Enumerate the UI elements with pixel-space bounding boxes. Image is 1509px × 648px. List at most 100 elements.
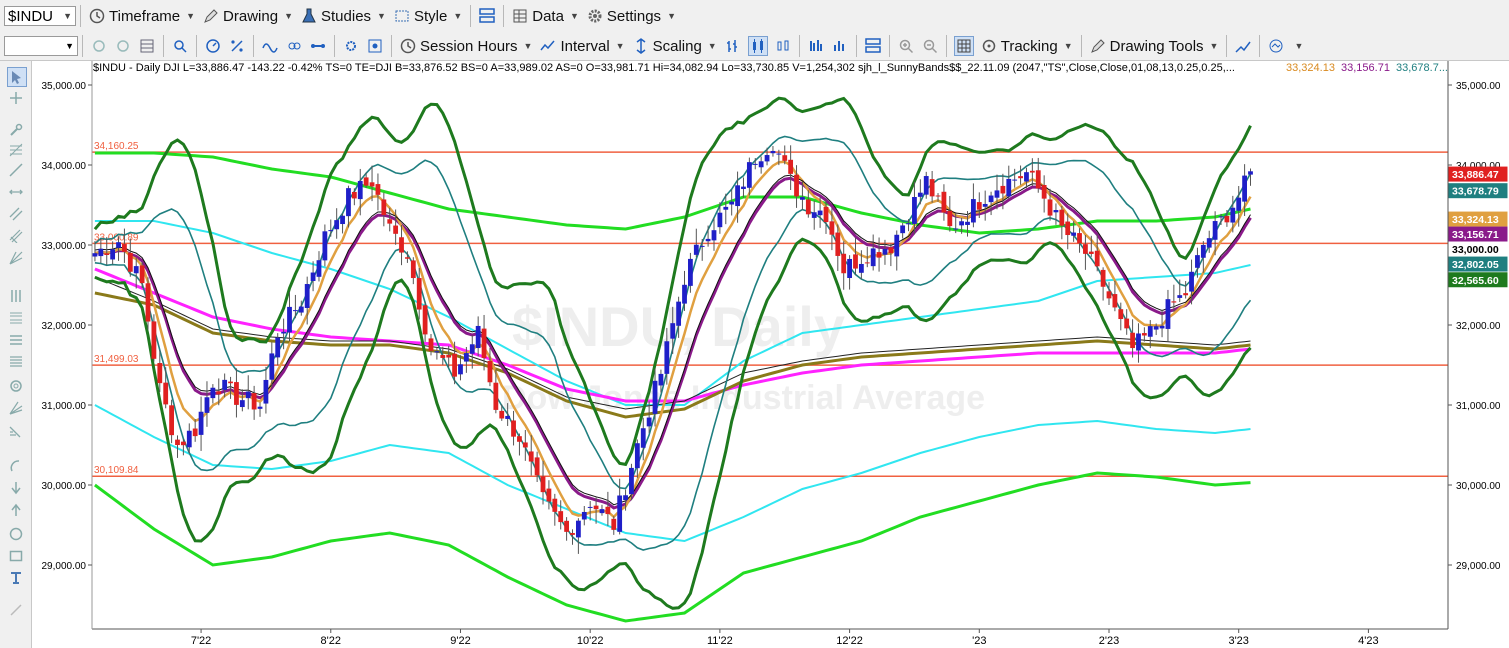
candle-body[interactable] bbox=[853, 254, 858, 269]
candle-body[interactable] bbox=[959, 221, 965, 226]
candle-body[interactable] bbox=[1083, 244, 1088, 254]
zoom-in-icon[interactable] bbox=[897, 37, 915, 55]
circle-tool-icon[interactable] bbox=[7, 377, 25, 395]
candle-body[interactable] bbox=[629, 467, 634, 495]
candle-body[interactable] bbox=[1141, 333, 1147, 336]
candle-body[interactable] bbox=[275, 337, 281, 358]
candle-body[interactable] bbox=[104, 253, 110, 255]
trend-chart-icon[interactable] bbox=[1234, 37, 1252, 55]
candle-body[interactable] bbox=[263, 379, 269, 404]
candle-body[interactable] bbox=[1230, 207, 1236, 223]
candle-body[interactable] bbox=[1029, 170, 1035, 173]
gann-icon[interactable] bbox=[7, 249, 25, 267]
candle-body[interactable] bbox=[929, 179, 935, 197]
candle-body[interactable] bbox=[658, 373, 664, 386]
timeframe-button[interactable]: Timeframe ▼ bbox=[85, 4, 199, 28]
candle-body[interactable] bbox=[363, 177, 369, 186]
candle-body[interactable] bbox=[581, 511, 587, 520]
candle-body[interactable] bbox=[316, 260, 322, 277]
candle-body[interactable] bbox=[528, 451, 534, 462]
candle-body[interactable] bbox=[864, 262, 870, 264]
candle-body[interactable] bbox=[1024, 172, 1029, 182]
candle-body[interactable] bbox=[487, 360, 493, 383]
candle-body[interactable] bbox=[705, 238, 711, 242]
candle-body[interactable] bbox=[145, 283, 151, 322]
candle-body[interactable] bbox=[640, 428, 646, 448]
candle-body[interactable] bbox=[811, 212, 817, 218]
layout-icon[interactable] bbox=[478, 7, 496, 25]
candle-body[interactable] bbox=[534, 457, 540, 476]
price-chart[interactable]: $INDU, Daily Dow Jones Industrial Averag… bbox=[32, 61, 1509, 648]
candle-body[interactable] bbox=[1088, 251, 1094, 254]
candle-body[interactable] bbox=[192, 428, 198, 437]
wrench-icon[interactable] bbox=[7, 121, 25, 139]
crosshair-icon[interactable] bbox=[7, 89, 25, 107]
candle-body[interactable] bbox=[1248, 171, 1253, 175]
candle-body[interactable] bbox=[334, 220, 340, 230]
candle-body[interactable] bbox=[1006, 178, 1012, 197]
data-button[interactable]: Data ▼ bbox=[508, 4, 583, 28]
candle-body[interactable] bbox=[1071, 232, 1077, 236]
candle-body[interactable] bbox=[764, 155, 770, 162]
ray-icon[interactable] bbox=[7, 161, 25, 179]
candle-body[interactable] bbox=[1094, 250, 1100, 267]
candle-body[interactable] bbox=[169, 405, 174, 436]
object-settings-icon[interactable] bbox=[342, 37, 360, 55]
candle-body[interactable] bbox=[234, 382, 239, 405]
candle-body[interactable] bbox=[1000, 185, 1006, 194]
candle-body[interactable] bbox=[794, 174, 799, 197]
candle-body[interactable] bbox=[1100, 269, 1106, 287]
candle-body[interactable] bbox=[646, 417, 652, 427]
candle-body[interactable] bbox=[634, 443, 640, 469]
candle-body[interactable] bbox=[617, 495, 623, 532]
arrow-up-icon[interactable] bbox=[7, 501, 25, 519]
candle-body[interactable] bbox=[399, 237, 404, 253]
candle-body[interactable] bbox=[198, 411, 204, 435]
candle-body[interactable] bbox=[605, 506, 611, 515]
candle-body[interactable] bbox=[546, 488, 552, 502]
candle-body[interactable] bbox=[623, 495, 628, 501]
candle-body[interactable] bbox=[835, 232, 841, 256]
candle-body[interactable] bbox=[351, 191, 357, 199]
candle-body[interactable] bbox=[552, 498, 558, 512]
candle-body[interactable] bbox=[770, 150, 776, 154]
arrow-down-icon[interactable] bbox=[7, 479, 25, 497]
candle-body[interactable] bbox=[1130, 332, 1135, 349]
candle-body[interactable] bbox=[564, 520, 569, 532]
candle-body[interactable] bbox=[375, 184, 381, 195]
candle-body[interactable] bbox=[888, 247, 894, 254]
candle-body[interactable] bbox=[1177, 295, 1183, 298]
andrews-pitchfork-icon[interactable] bbox=[7, 227, 25, 245]
candle-body[interactable] bbox=[116, 242, 121, 248]
candle-body[interactable] bbox=[416, 278, 422, 310]
candle-body[interactable] bbox=[322, 231, 328, 261]
candle-body[interactable] bbox=[92, 253, 98, 257]
gauge-icon[interactable] bbox=[204, 37, 222, 55]
candle-body[interactable] bbox=[405, 257, 410, 259]
candle-body[interactable] bbox=[971, 199, 976, 223]
candle-body[interactable] bbox=[517, 436, 522, 442]
candle-body[interactable] bbox=[257, 406, 263, 409]
candle-body[interactable] bbox=[127, 252, 133, 272]
candle-body[interactable] bbox=[357, 181, 363, 200]
candle-body[interactable] bbox=[912, 197, 917, 224]
candle-body[interactable] bbox=[906, 223, 911, 225]
candle-body[interactable] bbox=[676, 301, 682, 326]
arc-icon[interactable] bbox=[7, 457, 25, 475]
candle-body[interactable] bbox=[900, 225, 906, 234]
indicator-icon[interactable] bbox=[285, 37, 303, 55]
candle-body[interactable] bbox=[1183, 293, 1189, 296]
text-tool-icon[interactable] bbox=[7, 569, 25, 587]
candle-body[interactable] bbox=[841, 253, 847, 274]
candle-body[interactable] bbox=[452, 353, 457, 377]
analysis-icon[interactable] bbox=[1267, 37, 1285, 55]
candle-body[interactable] bbox=[522, 442, 528, 448]
candle-body[interactable] bbox=[151, 321, 157, 359]
wave-icon[interactable] bbox=[261, 37, 279, 55]
percent-icon[interactable] bbox=[228, 37, 246, 55]
candle-body[interactable] bbox=[269, 353, 275, 380]
candle-body[interactable] bbox=[245, 391, 251, 399]
candle-body[interactable] bbox=[458, 364, 463, 375]
candle-body[interactable] bbox=[876, 252, 882, 258]
candle-body[interactable] bbox=[1012, 179, 1018, 181]
